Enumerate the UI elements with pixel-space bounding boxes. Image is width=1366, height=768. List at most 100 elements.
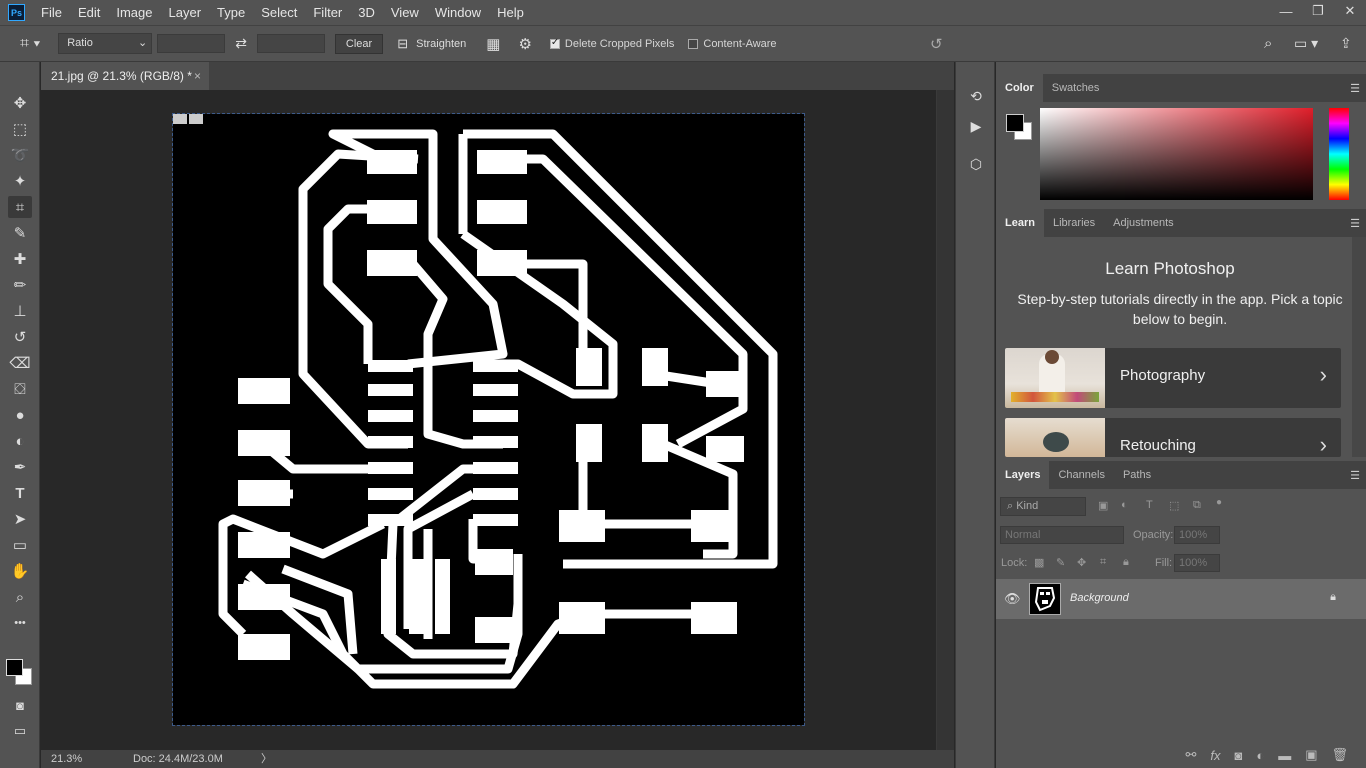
swap-icon[interactable]: ⇄ (235, 35, 247, 52)
lasso-tool-icon[interactable]: ➰ (8, 144, 32, 166)
tab-color[interactable]: Color (996, 74, 1043, 102)
crop-tool-icon[interactable]: ⌗ (8, 196, 32, 218)
menu-view[interactable]: View (383, 0, 427, 25)
menu-image[interactable]: Image (108, 0, 160, 25)
ratio-select[interactable]: Ratio ⌄ (58, 33, 153, 54)
foreground-color-swatch[interactable] (6, 659, 23, 676)
zoom-tool-icon[interactable]: ⌕ (8, 586, 32, 608)
layer-name[interactable]: Background (1070, 592, 1129, 604)
paint-bucket-tool-icon[interactable]: ⛋ (8, 378, 32, 400)
screen-mode-icon[interactable]: ▭ (8, 720, 32, 742)
lock-all-icon[interactable]: 🔒︎ (1123, 556, 1129, 569)
pen-tool-icon[interactable]: ✒ (8, 456, 32, 478)
brush-tool-icon[interactable]: ✏ (8, 274, 32, 296)
add-mask-icon[interactable]: ◙ (1234, 748, 1242, 763)
clone-stamp-tool-icon[interactable]: ⊥ (8, 300, 32, 322)
filter-shape-icon[interactable]: ⬚ (1169, 499, 1179, 512)
tab-learn[interactable]: Learn (996, 209, 1044, 237)
width-field[interactable] (157, 34, 226, 53)
type-tool-icon[interactable]: T (8, 482, 32, 504)
straighten-label[interactable]: Straighten (416, 38, 466, 50)
tab-adjustments[interactable]: Adjustments (1104, 209, 1183, 237)
filter-adjustment-icon[interactable]: ◐ (1121, 499, 1128, 511)
restore-button[interactable]: ❐ (1302, 0, 1334, 22)
lock-position-icon[interactable]: ✥ (1077, 556, 1086, 569)
fill-field[interactable]: 100% (1174, 554, 1220, 572)
path-selection-tool-icon[interactable]: ➤ (8, 508, 32, 530)
panel-menu-icon[interactable]: ☰ (1350, 469, 1360, 482)
lock-transparent-icon[interactable]: ▩ (1034, 556, 1044, 569)
lock-artboard-icon[interactable]: ⌗ (1100, 556, 1106, 569)
history-brush-tool-icon[interactable]: ↺ (8, 326, 32, 348)
tab-paths[interactable]: Paths (1114, 461, 1160, 489)
layer-row-background[interactable]: 👁︎ Background 🔒︎ (996, 579, 1366, 619)
menu-help[interactable]: Help (489, 0, 532, 25)
rectangle-tool-icon[interactable]: ▭ (8, 534, 32, 556)
hand-tool-icon[interactable]: ✋ (8, 560, 32, 582)
content-aware-option[interactable]: Content-Aware (688, 38, 777, 50)
quick-mask-icon[interactable]: ◙ (8, 694, 32, 716)
panel-menu-icon[interactable]: ☰ (1350, 82, 1360, 95)
history-panel-icon[interactable]: ⟲ (966, 86, 986, 106)
tab-libraries[interactable]: Libraries (1044, 209, 1104, 237)
actions-play-icon[interactable]: ▶ (966, 116, 986, 136)
vertical-scrollbar[interactable] (936, 90, 954, 750)
blend-mode-select[interactable]: Normal (1000, 526, 1124, 544)
learn-card-retouching[interactable]: Retouching › (1005, 418, 1341, 457)
dodge-tool-icon[interactable]: ◐ (8, 430, 32, 452)
eraser-tool-icon[interactable]: ⌫ (8, 352, 32, 374)
menu-select[interactable]: Select (253, 0, 305, 25)
gear-icon[interactable]: ⚙ (518, 35, 531, 53)
status-menu-arrow[interactable]: 〉 (261, 750, 272, 768)
filter-pixel-icon[interactable]: ▣ (1098, 499, 1108, 512)
content-aware-checkbox[interactable] (688, 38, 699, 49)
menu-layer[interactable]: Layer (161, 0, 210, 25)
adjustment-layer-icon[interactable]: ◐ (1256, 748, 1264, 763)
hue-slider[interactable] (1329, 108, 1349, 200)
more-tools-icon[interactable]: ••• (8, 612, 32, 634)
menu-edit[interactable]: Edit (70, 0, 108, 25)
menu-type[interactable]: Type (209, 0, 253, 25)
marquee-tool-icon[interactable]: ⬚ (8, 118, 32, 140)
opacity-field[interactable]: 100% (1174, 526, 1220, 544)
3d-panel-icon[interactable]: ⬡ (966, 154, 986, 174)
clear-button[interactable]: Clear (334, 33, 384, 54)
menu-filter[interactable]: Filter (305, 0, 350, 25)
close-button[interactable]: ✕ (1334, 0, 1366, 22)
crop-tool-preset-icon[interactable]: ⌗ ▾ (20, 35, 40, 53)
eyedropper-tool-icon[interactable]: ✎ (8, 222, 32, 244)
color-spectrum-field[interactable] (1040, 108, 1313, 200)
close-icon[interactable]: × (194, 62, 201, 90)
learn-scrollbar[interactable] (1352, 237, 1366, 457)
link-layers-icon[interactable]: ⚯ (1185, 747, 1196, 763)
eye-icon[interactable]: 👁︎ (1004, 591, 1021, 607)
filter-toggle-icon[interactable]: ● (1216, 497, 1222, 508)
delete-layer-icon[interactable]: 🗑︎ (1331, 747, 1348, 763)
healing-brush-tool-icon[interactable]: ✚ (8, 248, 32, 270)
menu-3d[interactable]: 3D (350, 0, 383, 25)
height-field[interactable] (256, 34, 325, 53)
move-tool-icon[interactable]: ✥ (8, 92, 32, 114)
search-icon[interactable]: ⌕ (1264, 35, 1272, 52)
new-layer-icon[interactable]: ▣ (1305, 747, 1317, 763)
magic-wand-tool-icon[interactable]: ✦ (8, 170, 32, 192)
fx-icon[interactable]: fx (1210, 748, 1220, 763)
filter-smart-icon[interactable]: ⧉ (1193, 499, 1201, 512)
blur-tool-icon[interactable]: ● (8, 404, 32, 426)
tab-swatches[interactable]: Swatches (1043, 74, 1109, 102)
minimize-button[interactable]: — (1270, 0, 1302, 22)
new-group-icon[interactable]: ▬ (1278, 748, 1291, 763)
workspace-icon[interactable]: ▭ ▾ (1294, 35, 1318, 52)
zoom-level[interactable]: 21.3% (51, 750, 82, 768)
panel-menu-icon[interactable]: ☰ (1350, 217, 1360, 230)
reset-icon[interactable]: ↺ (930, 35, 943, 53)
straighten-icon[interactable]: ⊟ (397, 36, 408, 52)
menu-window[interactable]: Window (427, 0, 489, 25)
menu-file[interactable]: File (33, 0, 70, 25)
learn-card-photography[interactable]: Photography › (1005, 348, 1341, 408)
share-icon[interactable]: ⇪ (1340, 35, 1352, 52)
lock-icon[interactable]: 🔒︎ (1330, 591, 1336, 604)
tab-layers[interactable]: Layers (996, 461, 1050, 489)
document-image[interactable] (172, 113, 805, 726)
overlay-grid-icon[interactable]: ▦ (486, 35, 500, 53)
